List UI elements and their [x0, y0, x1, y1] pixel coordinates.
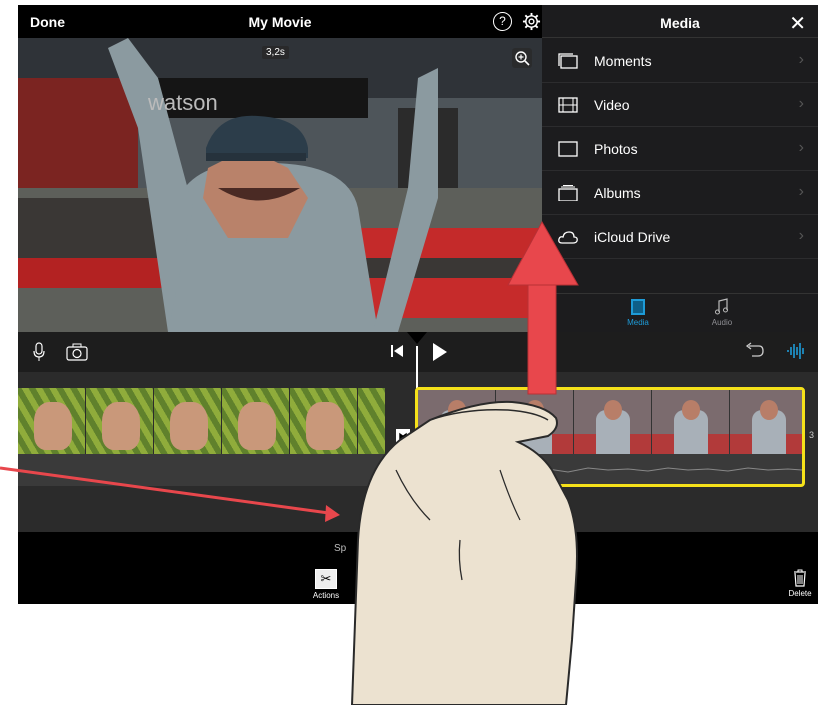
media-item-video[interactable]: Video ›: [542, 83, 818, 127]
tab-media[interactable]: Media: [608, 298, 668, 327]
timeline-end-marker: 3: [809, 430, 815, 440]
timeline[interactable]: ⧓ 3: [18, 332, 818, 532]
zoom-in-icon[interactable]: [512, 48, 532, 68]
chevron-right-icon: ›: [798, 95, 804, 112]
media-item-photos[interactable]: Photos ›: [542, 127, 818, 171]
screenshot-stage: Done My Movie ? watson 3,2s Media ✕ Mome…: [0, 0, 822, 705]
timeline-clip[interactable]: [18, 388, 386, 486]
cloud-icon: [558, 231, 578, 244]
media-icon: [631, 299, 645, 315]
video-preview[interactable]: watson 3,2s: [18, 38, 542, 332]
chevron-right-icon: ›: [798, 183, 804, 200]
photo-icon: [558, 141, 578, 157]
clip-duration-badge: 3,2s: [262, 46, 289, 59]
play-icon[interactable]: [432, 342, 448, 362]
chevron-right-icon: ›: [798, 139, 804, 156]
clip-thumbnail: [496, 390, 574, 454]
clip-action-bar: Sp ✂ Actions Delete: [18, 532, 818, 604]
clip-thumbnail: [18, 388, 86, 454]
media-item-albums[interactable]: Albums ›: [542, 171, 818, 215]
playhead-marker: [407, 332, 427, 344]
tab-label: Audio: [711, 318, 733, 327]
media-item-label: Albums: [594, 185, 641, 201]
clip-thumbnail: [418, 390, 496, 454]
close-icon[interactable]: ✕: [789, 11, 806, 36]
moments-icon: [558, 53, 578, 69]
camera-icon[interactable]: [66, 343, 88, 361]
clip-thumbnail: [730, 390, 802, 454]
clip-thumbnail: [290, 388, 358, 454]
media-item-label: Moments: [594, 53, 652, 69]
film-icon: [558, 97, 578, 113]
albums-icon: [558, 185, 578, 201]
clip-thumbnail: [154, 388, 222, 454]
selected-timeline-clip[interactable]: [415, 387, 805, 487]
chevron-right-icon: ›: [798, 51, 804, 68]
split-label: Sp: [334, 543, 347, 554]
media-item-moments[interactable]: Moments ›: [542, 39, 818, 83]
delete-button[interactable]: Delete: [782, 569, 818, 598]
clip-thumbnail: [652, 390, 730, 454]
actions-label: Actions: [312, 591, 340, 600]
scissors-icon: ✂: [315, 569, 337, 589]
video-frame-image: watson: [18, 38, 542, 332]
tab-label: Media: [627, 318, 649, 327]
media-tab-bar: Media Audio: [542, 293, 818, 332]
media-item-label: Photos: [594, 141, 638, 157]
media-item-label: Video: [594, 97, 630, 113]
undo-icon[interactable]: [744, 342, 764, 360]
microphone-icon[interactable]: [32, 342, 46, 362]
media-item-label: iCloud Drive: [594, 229, 671, 245]
help-icon[interactable]: ?: [493, 12, 512, 31]
media-item-icloud-drive[interactable]: iCloud Drive ›: [542, 215, 818, 259]
delete-label: Delete: [788, 589, 812, 598]
top-bar: Done My Movie ?: [18, 5, 542, 38]
clip-thumbnail: [222, 388, 290, 454]
clip-thumbnail: [358, 388, 386, 454]
music-note-icon: [715, 298, 728, 315]
media-browser-panel: Media ✕ Moments › Video › Photos › Album…: [542, 5, 818, 332]
clip-thumbnail: [574, 390, 652, 454]
media-panel-header: Media ✕: [542, 5, 818, 38]
chevron-right-icon: ›: [798, 227, 804, 244]
project-title: My Movie: [248, 14, 312, 30]
clip-thumbnail: [86, 388, 154, 454]
trash-icon: [794, 569, 806, 587]
svg-text:watson: watson: [147, 90, 218, 115]
skip-to-start-icon[interactable]: [390, 344, 404, 358]
tab-audio[interactable]: Audio: [692, 298, 752, 327]
gear-icon[interactable]: [522, 12, 541, 31]
audio-waveform-icon[interactable]: [786, 341, 806, 361]
actions-button[interactable]: ✂ Actions: [306, 569, 346, 600]
audio-waveform: [418, 466, 802, 473]
media-panel-title: Media: [660, 15, 700, 31]
transition-icon[interactable]: ⧓: [396, 429, 410, 443]
